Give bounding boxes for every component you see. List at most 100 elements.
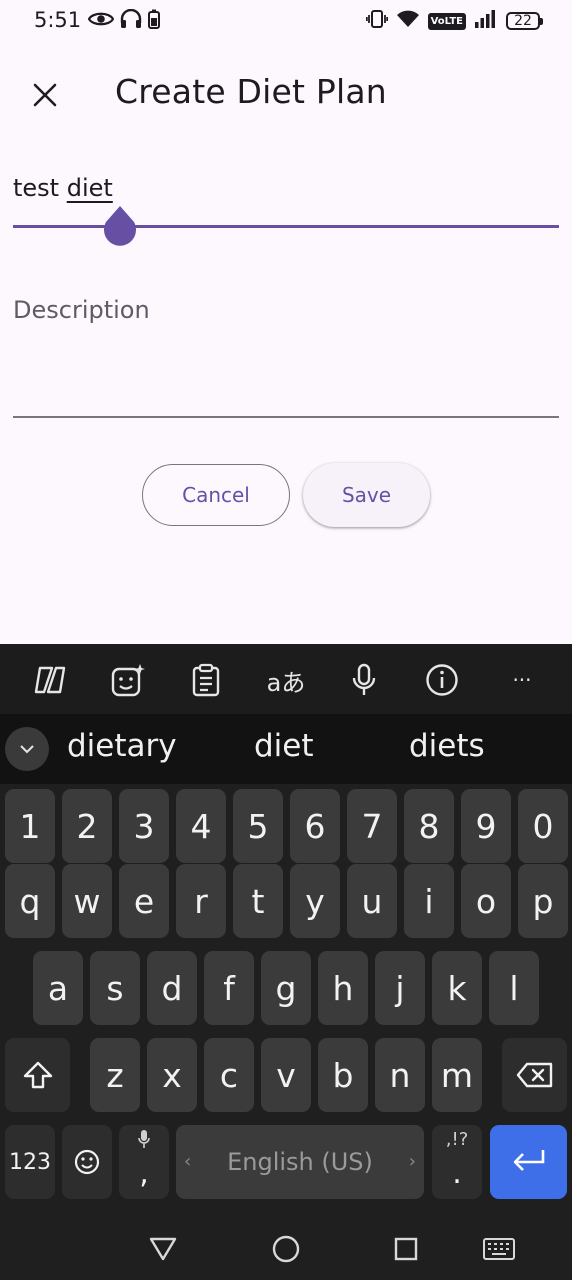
key[interactable]: t bbox=[233, 864, 283, 938]
key[interactable]: y bbox=[290, 864, 340, 938]
suggestions-expand-button[interactable] bbox=[5, 727, 49, 771]
key[interactable]: p bbox=[518, 864, 568, 938]
suggestion-item[interactable]: diets bbox=[409, 728, 485, 764]
more-button[interactable]: ··· bbox=[502, 660, 542, 700]
key[interactable]: g bbox=[261, 951, 311, 1025]
copilot-icon bbox=[34, 666, 66, 694]
key[interactable]: 7 bbox=[347, 789, 397, 863]
soft-keyboard: aあ ··· dietary diet diets 1 2 3 4 5 6 7 … bbox=[0, 644, 572, 1212]
key[interactable]: s bbox=[90, 951, 140, 1025]
key[interactable]: h bbox=[318, 951, 368, 1025]
description-underline bbox=[13, 416, 559, 418]
key[interactable]: c bbox=[204, 1038, 254, 1112]
key[interactable]: x bbox=[147, 1038, 197, 1112]
chevron-down-icon bbox=[20, 745, 34, 754]
space-key[interactable]: ‹ English (US) › bbox=[176, 1125, 424, 1199]
vibrate-icon bbox=[365, 9, 388, 33]
sticker-button[interactable] bbox=[108, 660, 148, 700]
key[interactable]: 4 bbox=[176, 789, 226, 863]
period-key[interactable]: ,!? . bbox=[432, 1125, 482, 1199]
description-field[interactable]: Description bbox=[13, 290, 559, 420]
copilot-button[interactable] bbox=[30, 660, 70, 700]
plan-name-word-1: test bbox=[13, 174, 60, 202]
key[interactable]: 6 bbox=[290, 789, 340, 863]
text-cursor-handle[interactable] bbox=[102, 206, 138, 252]
key[interactable]: v bbox=[261, 1038, 311, 1112]
shift-key[interactable] bbox=[5, 1038, 70, 1112]
key[interactable]: 2 bbox=[62, 789, 112, 863]
back-triangle-icon bbox=[149, 1237, 177, 1261]
key[interactable]: l bbox=[489, 951, 539, 1025]
key[interactable]: i bbox=[404, 864, 454, 938]
close-button[interactable] bbox=[24, 74, 66, 116]
space-right-chevron: › bbox=[408, 1151, 416, 1172]
key[interactable]: z bbox=[90, 1038, 140, 1112]
clipboard-button[interactable] bbox=[186, 660, 226, 700]
battery-icon: 22 bbox=[506, 12, 543, 30]
shift-icon bbox=[23, 1061, 52, 1089]
nav-back-button[interactable] bbox=[146, 1232, 180, 1266]
clipboard-icon bbox=[192, 663, 220, 697]
key[interactable]: 3 bbox=[119, 789, 169, 863]
key[interactable]: a bbox=[33, 951, 83, 1025]
comma-key[interactable]: , bbox=[119, 1125, 169, 1199]
nav-home-button[interactable] bbox=[269, 1232, 303, 1266]
key[interactable]: 8 bbox=[404, 789, 454, 863]
keyboard-toolbar: aあ ··· bbox=[0, 644, 572, 714]
info-icon bbox=[426, 664, 458, 696]
nav-recents-button[interactable] bbox=[389, 1232, 423, 1266]
emoji-icon bbox=[74, 1149, 100, 1175]
app-screen: 5:51 VoLTE 22 Create Diet Plan test diet… bbox=[0, 0, 572, 644]
space-key-label: English (US) bbox=[227, 1148, 373, 1176]
volte-badge: VoLTE bbox=[427, 12, 466, 30]
key[interactable]: w bbox=[62, 864, 112, 938]
enter-key[interactable] bbox=[490, 1125, 567, 1199]
signal-icon bbox=[474, 9, 498, 33]
period-sub-label: ,!? bbox=[445, 1129, 469, 1150]
symbols-key[interactable]: 123 bbox=[5, 1125, 55, 1199]
key[interactable]: j bbox=[375, 951, 425, 1025]
key[interactable]: 1 bbox=[5, 789, 55, 863]
status-right-icons: VoLTE 22 bbox=[365, 9, 543, 33]
key[interactable]: q bbox=[5, 864, 55, 938]
key[interactable]: b bbox=[318, 1038, 368, 1112]
suggestion-item[interactable]: diet bbox=[254, 728, 314, 764]
home-circle-icon bbox=[272, 1235, 300, 1263]
key[interactable]: o bbox=[461, 864, 511, 938]
key[interactable]: m bbox=[432, 1038, 482, 1112]
enter-icon bbox=[513, 1150, 544, 1171]
microphone-button[interactable] bbox=[344, 660, 384, 700]
period-label: . bbox=[452, 1156, 462, 1191]
key[interactable]: 9 bbox=[461, 789, 511, 863]
recents-square-icon bbox=[394, 1237, 418, 1261]
nav-keyboard-button[interactable] bbox=[482, 1232, 516, 1266]
microphone-icon bbox=[138, 1130, 150, 1148]
plan-name-value[interactable]: test diet bbox=[13, 174, 113, 202]
suggestion-strip: dietary diet diets bbox=[0, 714, 572, 784]
translate-button[interactable]: aあ bbox=[265, 660, 307, 700]
status-time: 5:51 bbox=[34, 8, 82, 32]
more-icon: ··· bbox=[512, 668, 532, 692]
key[interactable]: k bbox=[432, 951, 482, 1025]
key[interactable]: f bbox=[204, 951, 254, 1025]
key[interactable]: 5 bbox=[233, 789, 283, 863]
keyboard-icon bbox=[483, 1238, 515, 1260]
key[interactable]: e bbox=[119, 864, 169, 938]
backspace-icon bbox=[516, 1062, 552, 1088]
key[interactable]: u bbox=[347, 864, 397, 938]
eye-icon bbox=[87, 10, 115, 32]
headphones-icon bbox=[120, 8, 142, 33]
suggestion-item[interactable]: dietary bbox=[67, 728, 177, 764]
plan-name-field[interactable]: test diet bbox=[13, 168, 559, 246]
info-button[interactable] bbox=[422, 660, 462, 700]
space-left-chevron: ‹ bbox=[184, 1151, 192, 1172]
backspace-key[interactable] bbox=[502, 1038, 567, 1112]
emoji-key[interactable] bbox=[62, 1125, 112, 1199]
save-button[interactable]: Save bbox=[303, 463, 430, 527]
key[interactable]: d bbox=[147, 951, 197, 1025]
cancel-button[interactable]: Cancel bbox=[142, 464, 290, 526]
key[interactable]: n bbox=[375, 1038, 425, 1112]
status-left-icons bbox=[87, 8, 160, 33]
key[interactable]: r bbox=[176, 864, 226, 938]
key[interactable]: 0 bbox=[518, 789, 568, 863]
